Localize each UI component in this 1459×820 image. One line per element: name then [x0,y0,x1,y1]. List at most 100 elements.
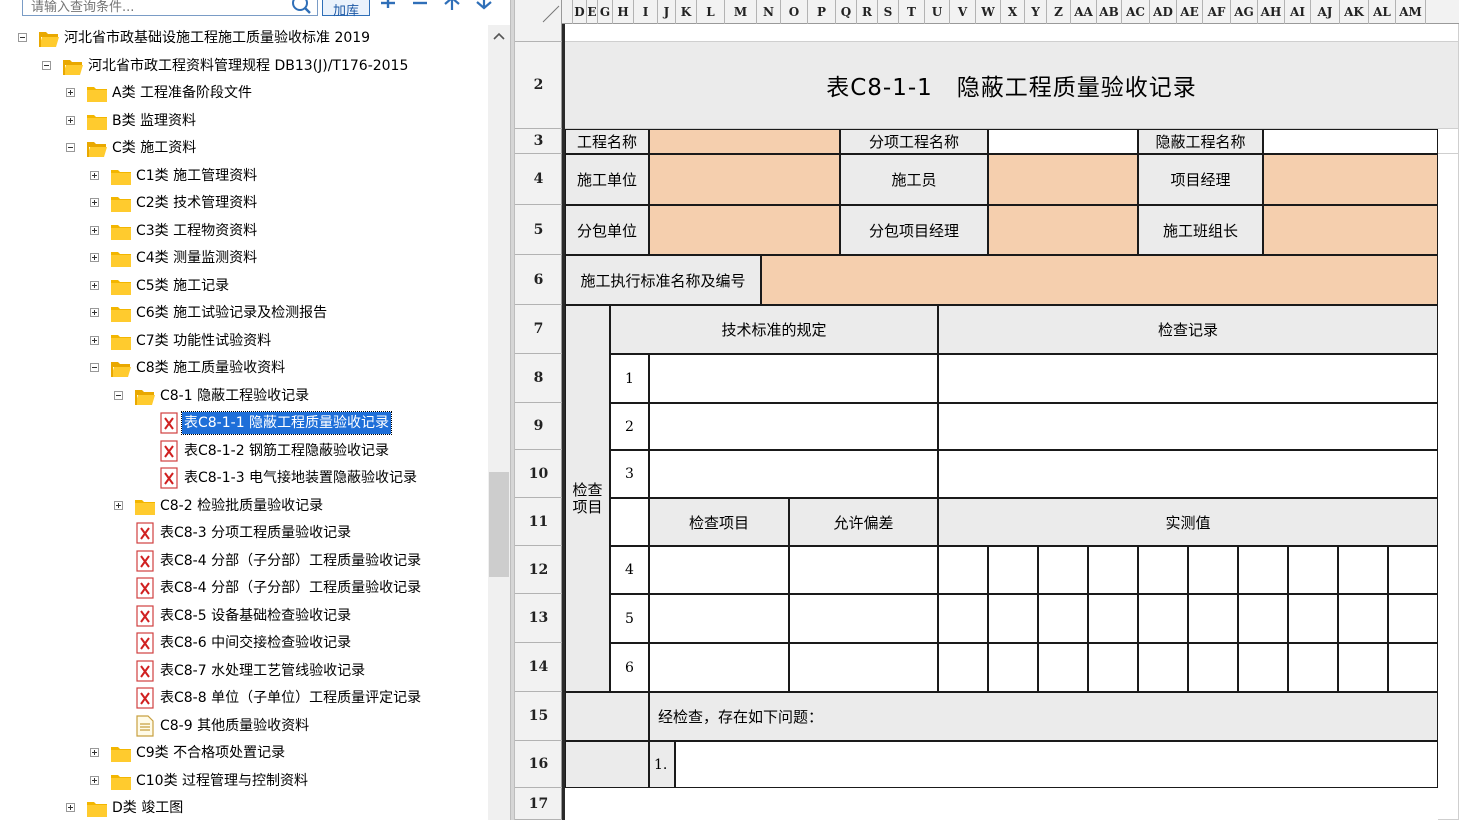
blank-row[interactable] [565,24,1459,42]
row-header[interactable]: 16 [515,741,562,788]
tree-node-label[interactable]: 表C8-1-1 隐蔽工程质量验收记录 [180,411,393,435]
tree-node-label[interactable]: C8-2 检验批质量验收记录 [158,495,325,517]
column-header[interactable]: M [725,0,757,24]
row-header[interactable]: 13 [515,594,562,643]
measured-value[interactable] [1138,546,1188,594]
tech-standard-value[interactable] [649,403,938,450]
column-header[interactable]: K [676,0,697,24]
column-header[interactable]: AM [1396,0,1426,24]
column-header[interactable]: H [613,0,634,24]
field-value[interactable] [1263,205,1438,255]
measured-value[interactable] [988,594,1038,643]
tree-node-label[interactable]: 表C8-4 分部（子分部）工程质量验收记录 [158,550,423,572]
search-icon[interactable] [290,0,314,16]
row-header[interactable]: 4 [515,154,562,205]
issues-label[interactable]: 经检查，存在如下问题： [649,692,1438,741]
column-header[interactable]: AD [1150,0,1177,24]
collapse-icon[interactable] [66,143,75,152]
tree-node-label[interactable]: C8-9 其他质量验收资料 [158,715,311,737]
measured-value[interactable] [1188,594,1238,643]
check-record-value[interactable] [938,354,1438,403]
expand-icon[interactable] [90,253,99,262]
tree-node[interactable]: 河北省市政工程资料管理规程 DB13(J)/T176-2015 [0,53,488,79]
expand-icon[interactable] [90,335,99,345]
tree-scrollbar[interactable] [488,25,510,820]
row-header[interactable]: 10 [515,450,562,498]
select-all-corner[interactable] [515,0,562,24]
column-header[interactable]: G [598,0,613,24]
column-header[interactable]: Y [1025,0,1047,24]
measured-value[interactable] [1338,643,1388,692]
measured-value[interactable] [1038,643,1088,692]
field-value[interactable] [649,205,840,255]
tolerance-value[interactable] [789,546,938,594]
check-item-value[interactable] [649,546,789,594]
measured-value[interactable] [988,546,1038,594]
arrow-up-icon[interactable] [441,0,463,16]
add-library-button[interactable]: 加库 [322,0,370,19]
measured-value[interactable] [1038,594,1088,643]
tree-node-label[interactable]: D类 竣工图 [110,797,185,819]
field-value[interactable] [649,129,840,154]
column-header[interactable]: AF [1203,0,1231,24]
expand-icon[interactable] [66,803,75,812]
measured-value[interactable] [1038,546,1088,594]
item-number[interactable]: 4 [610,546,649,594]
field-value[interactable] [988,129,1138,154]
tolerance-value[interactable] [789,643,938,692]
row-header[interactable]: 8 [515,354,562,403]
row-header[interactable]: 3 [515,129,562,154]
standard-value[interactable] [761,255,1438,305]
column-header[interactable]: AH [1258,0,1285,24]
column-header[interactable]: AK [1340,0,1369,24]
tree-node-label[interactable]: C8-1 隐蔽工程验收记录 [158,385,311,407]
field-label[interactable]: 隐蔽工程名称 [1138,129,1263,154]
blank-gutter[interactable] [1438,154,1459,820]
expand-icon[interactable] [66,115,75,125]
column-header[interactable]: S [878,0,899,24]
tree-node[interactable]: 表C8-4 分部（子分部）工程质量验收记录 [0,575,488,601]
tree-node-label[interactable]: 表C8-4 分部（子分部）工程质量验收记录 [158,577,423,599]
form-title[interactable]: 表C8-1-1 隐蔽工程质量验收记录 [565,42,1459,129]
minus-icon[interactable] [409,0,431,16]
expand-icon[interactable] [90,170,99,180]
field-label[interactable]: 项目经理 [1138,154,1263,205]
tree-node-label[interactable]: C1类 施工管理资料 [134,165,259,187]
field-label[interactable]: 施工员 [840,154,988,205]
item-number[interactable]: 1 [610,354,649,403]
field-value[interactable] [649,154,840,205]
measured-value[interactable] [1138,594,1188,643]
column-header[interactable]: AI [1285,0,1311,24]
measured-value[interactable] [1388,594,1438,643]
column-header[interactable]: AB [1097,0,1122,24]
column-title[interactable]: 允许偏差 [789,498,938,546]
tech-standard-value[interactable] [649,354,938,403]
measured-value[interactable] [1288,643,1338,692]
scroll-thumb[interactable] [489,472,509,577]
item-number[interactable]: 2 [610,403,649,450]
tree-node[interactable]: C6类 施工试验记录及检测报告 [0,300,488,326]
item-number[interactable]: 3 [610,450,649,498]
field-value[interactable] [1263,154,1438,205]
measured-value[interactable] [1188,546,1238,594]
field-label[interactable]: 施工执行标准名称及编号 [565,255,761,305]
column-header[interactable]: L [697,0,725,24]
row-header[interactable]: 5 [515,205,562,255]
measured-value[interactable] [1138,643,1188,692]
column-header[interactable]: X [1001,0,1025,24]
item-number[interactable]: 5 [610,594,649,643]
measured-value[interactable] [1088,594,1138,643]
column-title[interactable]: 实测值 [938,498,1438,546]
measured-value[interactable] [1238,546,1288,594]
blank-cell[interactable] [610,498,649,546]
tree-node[interactable]: C4类 测量监测资料 [0,245,488,271]
expand-icon[interactable] [90,198,99,207]
blank-cell[interactable] [565,692,649,741]
tree-node-label[interactable]: C5类 施工记录 [134,275,231,297]
tree-node[interactable]: 表C8-3 分项工程质量验收记录 [0,520,488,546]
check-items-label[interactable]: 检查 项目 [565,305,610,692]
tree-node[interactable]: 表C8-5 设备基础检查验收记录 [0,603,488,629]
check-record-value[interactable] [938,450,1438,498]
field-label[interactable]: 分包单位 [565,205,649,255]
tree-node-label[interactable]: B类 监理资料 [110,110,198,132]
